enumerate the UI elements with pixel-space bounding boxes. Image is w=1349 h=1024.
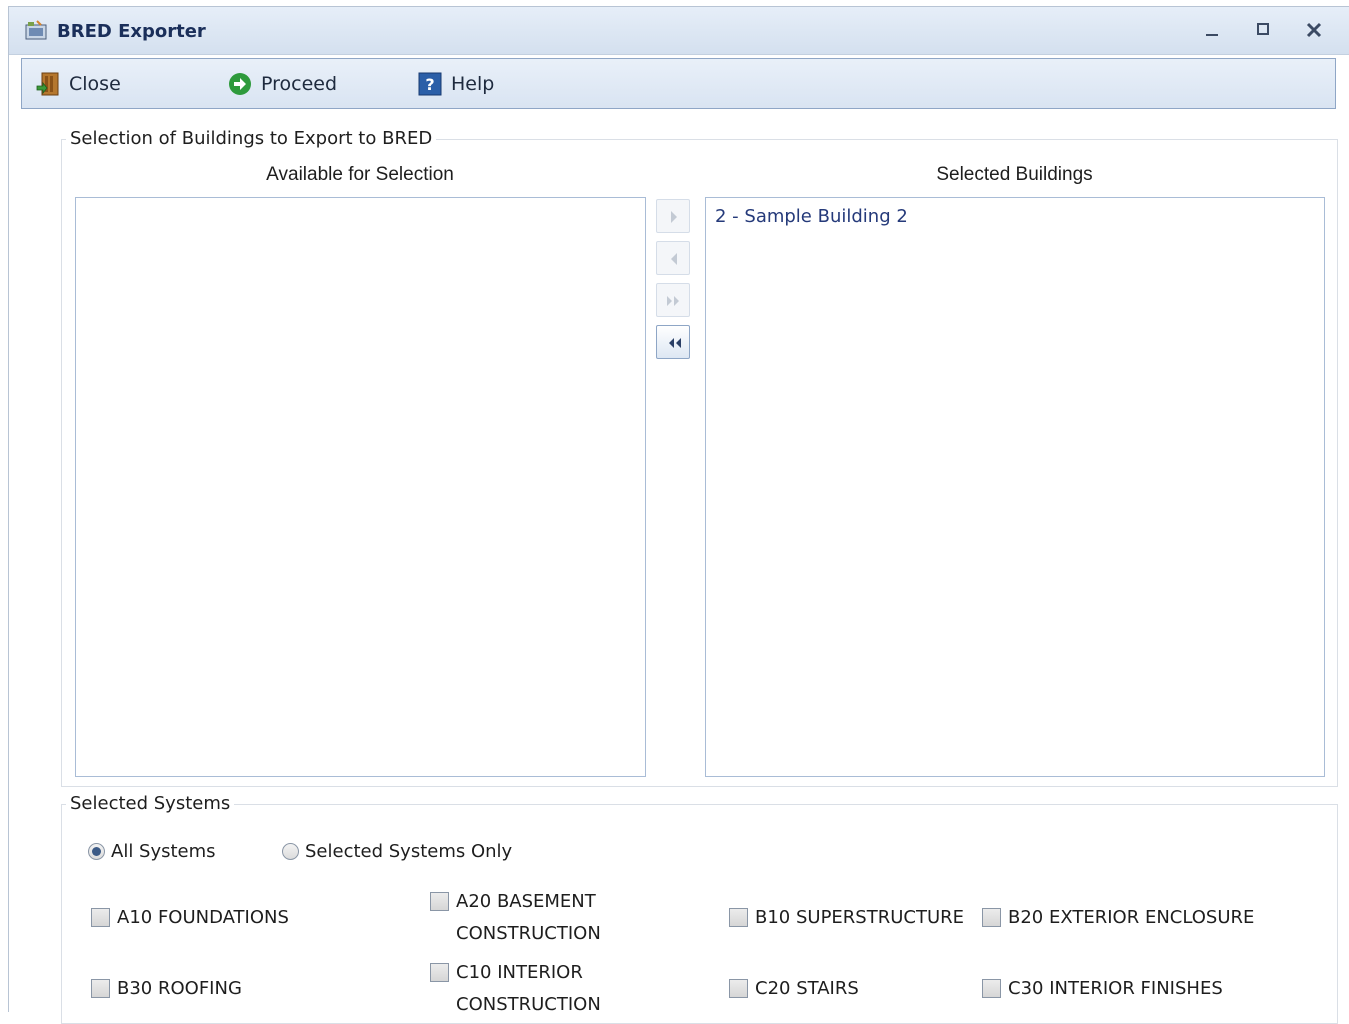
- proceed-button[interactable]: Proceed: [228, 71, 337, 97]
- checkbox-label: B20 EXTERIOR ENCLOSURE: [1008, 907, 1255, 928]
- list-item[interactable]: 2 - Sample Building 2: [715, 206, 908, 227]
- close-label: Close: [69, 73, 121, 95]
- proceed-label: Proceed: [261, 73, 338, 95]
- toolbar: Close Proceed ? Help: [21, 58, 1336, 109]
- checkbox-label: B10 SUPERSTRUCTURE: [755, 907, 965, 928]
- checkbox-label: A20 BASEMENT CONSTRUCTION: [456, 891, 601, 944]
- bred-exporter-window: BRED Exporter Close Proceed ? Help Selec…: [8, 6, 1349, 1024]
- chevron-right-icon: [671, 211, 677, 223]
- help-icon: ?: [418, 72, 442, 96]
- checkbox-b30-roofing[interactable]: B30 ROOFING: [91, 973, 351, 1005]
- close-button[interactable]: Close: [36, 71, 121, 97]
- checkbox-box: [982, 908, 1001, 927]
- help-label: Help: [451, 73, 495, 95]
- systems-group-legend: Selected Systems: [66, 793, 235, 814]
- checkbox-box: [430, 963, 449, 982]
- window-title: BRED Exporter: [57, 21, 206, 42]
- checkbox-a20-basement-construction[interactable]: A20 BASEMENT CONSTRUCTION: [430, 886, 690, 950]
- checkbox-box: [91, 979, 110, 998]
- move-all-right-button[interactable]: [656, 283, 690, 317]
- maximize-icon: [1257, 23, 1269, 35]
- close-window-button[interactable]: [1301, 17, 1327, 43]
- checkbox-label: C30 INTERIOR FINISHES: [1008, 978, 1223, 999]
- radio-all-systems-label: All Systems: [111, 841, 216, 862]
- checkbox-b10-superstructure[interactable]: B10 SUPERSTRUCTURE: [729, 902, 969, 934]
- checkbox-label: C20 STAIRS: [755, 978, 859, 999]
- minimize-icon: [1206, 34, 1218, 36]
- checkbox-label: B30 ROOFING: [117, 978, 242, 999]
- checkbox-box: [729, 979, 748, 998]
- maximize-button[interactable]: [1250, 17, 1276, 43]
- app-icon: [25, 20, 47, 40]
- move-all-left-button[interactable]: [656, 325, 690, 359]
- checkbox-label: C10 INTERIOR CONSTRUCTION: [456, 962, 601, 1015]
- checkbox-label: A10 FOUNDATIONS: [117, 907, 289, 928]
- help-button[interactable]: ? Help: [418, 71, 494, 97]
- minimize-button[interactable]: [1199, 17, 1225, 43]
- radio-selected-systems-only[interactable]: Selected Systems Only: [282, 841, 512, 862]
- checkbox-b20-exterior-enclosure[interactable]: B20 EXTERIOR ENCLOSURE: [982, 902, 1282, 934]
- exit-door-icon: [36, 72, 59, 96]
- radio-selected-systems-only-label: Selected Systems Only: [305, 841, 513, 862]
- checkbox-c20-stairs[interactable]: C20 STAIRS: [729, 973, 969, 1005]
- double-chevron-left-icon: [669, 338, 681, 348]
- title-bar: BRED Exporter: [9, 7, 1349, 55]
- buildings-group-legend: Selection of Buildings to Export to BRED: [66, 128, 437, 149]
- selected-listbox[interactable]: 2 - Sample Building 2: [705, 197, 1325, 777]
- available-header: Available for Selection: [266, 164, 454, 185]
- radio-dot: [282, 843, 299, 860]
- move-left-button[interactable]: [656, 241, 690, 275]
- close-icon: [1306, 22, 1322, 38]
- checkbox-box: [430, 892, 449, 911]
- available-listbox[interactable]: [75, 197, 646, 777]
- selected-header: Selected Buildings: [936, 164, 1093, 185]
- chevron-left-icon: [671, 253, 677, 265]
- checkbox-box: [91, 908, 110, 927]
- double-chevron-right-icon: [667, 296, 679, 306]
- radio-all-systems[interactable]: All Systems: [88, 841, 216, 862]
- checkbox-c30-interior-finishes[interactable]: C30 INTERIOR FINISHES: [982, 973, 1282, 1005]
- move-right-button[interactable]: [656, 199, 690, 233]
- svg-text:?: ?: [425, 75, 434, 94]
- checkbox-box: [982, 979, 1001, 998]
- arrow-right-circle-icon: [229, 73, 251, 95]
- checkbox-a10-foundations[interactable]: A10 FOUNDATIONS: [91, 902, 351, 934]
- checkbox-box: [729, 908, 748, 927]
- radio-dot: [88, 843, 105, 860]
- checkbox-c10-interior-construction[interactable]: C10 INTERIOR CONSTRUCTION: [430, 957, 690, 1015]
